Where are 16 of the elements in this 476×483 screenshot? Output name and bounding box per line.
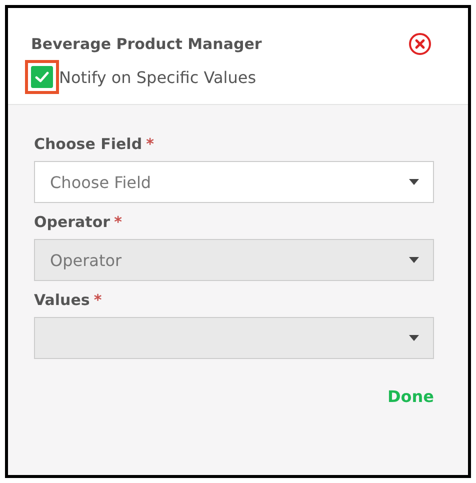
dropdown-field[interactable]: Choose Field bbox=[34, 161, 434, 203]
caret-icon bbox=[409, 257, 419, 263]
field-label: Values bbox=[34, 291, 90, 309]
required-mark: * bbox=[114, 213, 122, 231]
checkbox-label: Notify on Specific Values bbox=[59, 68, 256, 86]
checkmark-icon bbox=[35, 71, 49, 83]
done-button[interactable]: Done bbox=[387, 387, 434, 406]
close-icon[interactable] bbox=[408, 32, 432, 56]
field-label: Operator bbox=[34, 213, 110, 231]
checkbox[interactable] bbox=[31, 66, 53, 88]
dialog-title: Beverage Product Manager bbox=[31, 35, 262, 53]
caret-icon bbox=[409, 179, 419, 185]
field-label: Choose Field bbox=[34, 135, 142, 153]
required-mark: * bbox=[146, 135, 154, 153]
required-mark: * bbox=[94, 291, 102, 309]
caret-icon bbox=[409, 335, 419, 341]
